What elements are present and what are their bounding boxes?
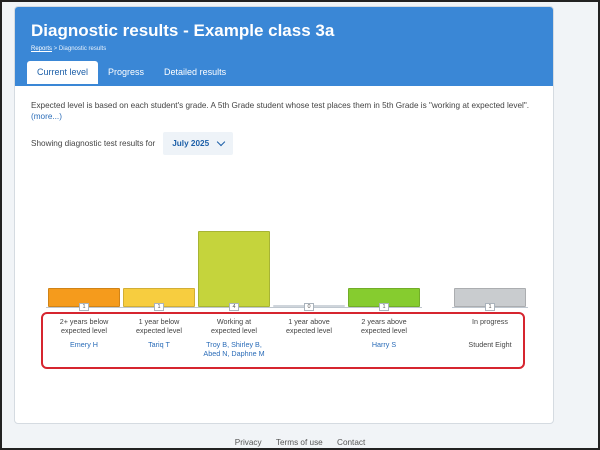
bar-count-label: 0 [304, 303, 314, 311]
bar-count-label: 1 [379, 303, 389, 311]
footer-terms-link[interactable]: Terms of use [276, 438, 323, 447]
category-labels-highlight [41, 312, 525, 369]
results-card: Diagnostic results - Example class 3a Re… [14, 6, 554, 424]
bar-count-label: 1 [154, 303, 164, 311]
footer: Privacy Terms of use Contact [0, 438, 600, 447]
bar-count-label: 4 [229, 303, 239, 311]
bar-count-label: 1 [79, 303, 89, 311]
bar-count-label: 1 [485, 303, 495, 311]
bar-3[interactable] [198, 231, 270, 307]
footer-privacy-link[interactable]: Privacy [235, 438, 262, 447]
footer-contact-link[interactable]: Contact [337, 438, 365, 447]
